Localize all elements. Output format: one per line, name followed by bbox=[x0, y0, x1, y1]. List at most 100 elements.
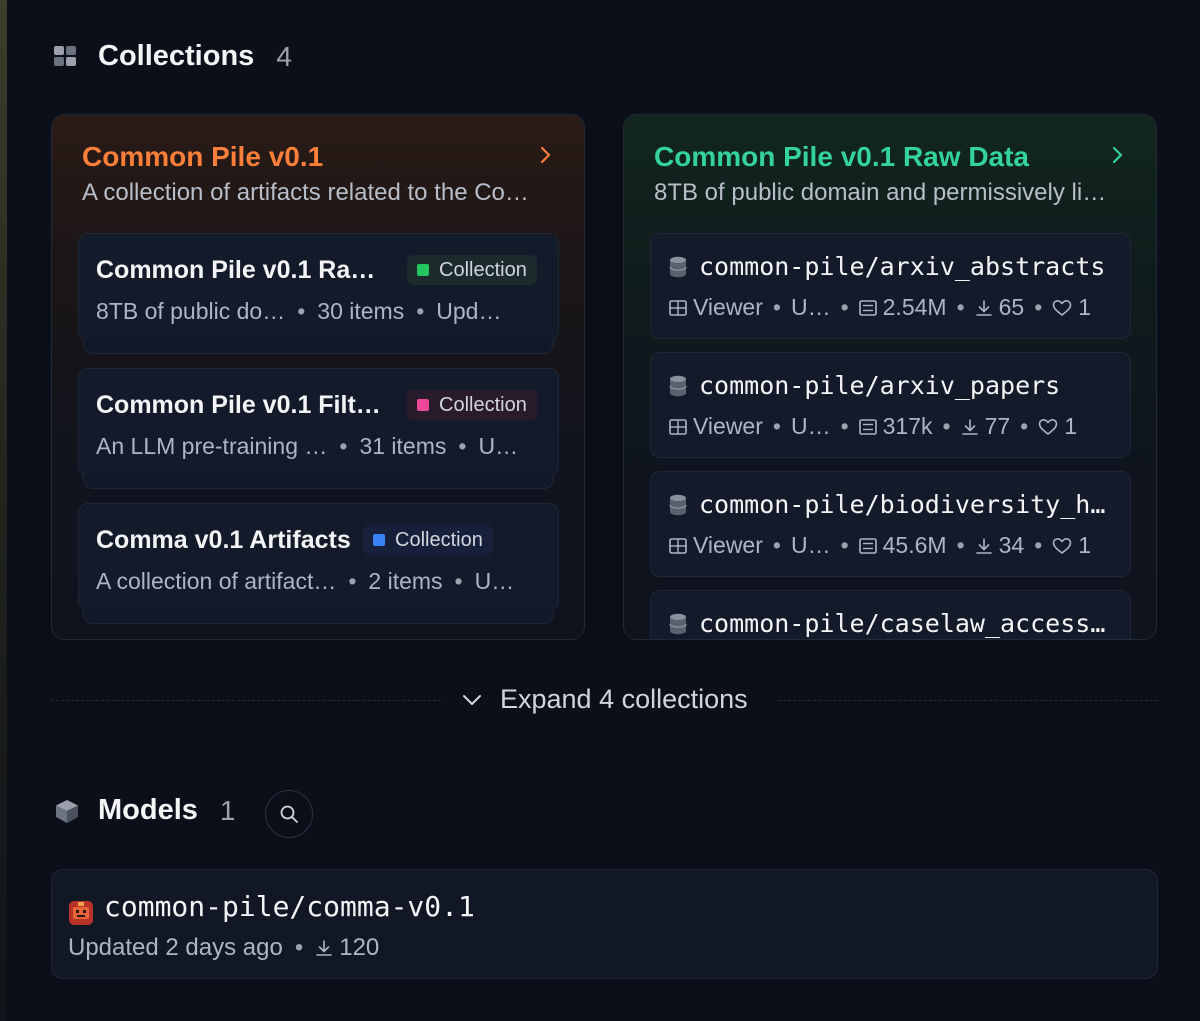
dataset-name[interactable]: common-pile/arxiv_papers bbox=[699, 371, 1115, 400]
chevron-right-icon[interactable] bbox=[1110, 145, 1126, 165]
dataset-meta: Viewer • U… • 317k • 77 • 1 bbox=[669, 413, 1077, 440]
dataset-viewer-label[interactable]: Viewer bbox=[693, 294, 763, 321]
separator: • bbox=[1034, 294, 1043, 320]
collection-badge: Collection bbox=[363, 525, 493, 555]
rows-icon bbox=[858, 299, 877, 316]
collection-badge-icon bbox=[417, 399, 429, 411]
divider-right bbox=[778, 700, 1158, 701]
separator: • bbox=[294, 934, 304, 961]
collection-item-count: 31 items bbox=[359, 433, 447, 459]
dataset-likes: 1 bbox=[1078, 532, 1092, 558]
viewer-table-icon bbox=[669, 537, 687, 554]
dataset-name[interactable]: common-pile/arxiv_abstracts bbox=[699, 252, 1115, 281]
collection-card-raw-data[interactable]: Common Pile v0.1 Raw Data 8TB of public … bbox=[623, 114, 1157, 640]
separator: • bbox=[297, 298, 306, 324]
separator: • bbox=[1020, 413, 1029, 439]
collection-item-card[interactable]: Comma v0.1 Artifacts Collection A collec… bbox=[78, 503, 559, 624]
dataset-updated: U… bbox=[790, 532, 831, 558]
separator: • bbox=[454, 568, 463, 594]
separator: • bbox=[840, 294, 849, 320]
database-icon bbox=[669, 494, 687, 516]
expand-collections-label[interactable]: Expand 4 collections bbox=[500, 684, 748, 715]
collection-title[interactable]: Common Pile v0.1 bbox=[82, 141, 323, 173]
dataset-viewer-label[interactable]: Viewer bbox=[693, 413, 763, 440]
dataset-name[interactable]: common-pile/caselaw_access… bbox=[699, 609, 1115, 638]
download-icon bbox=[975, 299, 992, 316]
collection-item-title[interactable]: Common Pile v0.1 Ra… bbox=[96, 256, 386, 285]
search-icon bbox=[280, 805, 298, 823]
dataset-card[interactable]: common-pile/arxiv_abstracts Viewer • U… … bbox=[650, 233, 1131, 339]
dataset-updated: U… bbox=[790, 413, 831, 439]
download-icon bbox=[316, 940, 333, 956]
window-edge bbox=[0, 0, 7, 1021]
dataset-name[interactable]: common-pile/biodiversity_h… bbox=[699, 490, 1115, 519]
heart-icon[interactable] bbox=[1038, 418, 1058, 436]
dataset-downloads: 77 bbox=[984, 413, 1011, 439]
collection-item-desc: A collection of artifact… bbox=[96, 568, 337, 594]
collection-item-meta: An LLM pre-training … • 31 items • U… bbox=[96, 433, 518, 460]
collection-item-title[interactable]: Comma v0.1 Artifacts bbox=[96, 526, 356, 555]
collection-badge: Collection bbox=[407, 255, 537, 285]
dataset-likes: 1 bbox=[1078, 294, 1092, 320]
collection-badge: Collection bbox=[407, 390, 537, 420]
separator: • bbox=[840, 532, 849, 558]
chevron-right-icon[interactable] bbox=[538, 145, 554, 165]
dataset-card[interactable]: common-pile/caselaw_access… bbox=[650, 590, 1131, 639]
collections-count: 4 bbox=[276, 40, 292, 72]
separator: • bbox=[956, 532, 965, 558]
collection-item-card[interactable]: Common Pile v0.1 Filt… Collection An LLM… bbox=[78, 368, 559, 489]
collection-badge-label: Collection bbox=[439, 258, 527, 281]
dataset-updated: U… bbox=[790, 294, 831, 320]
stack-shadow bbox=[83, 609, 554, 624]
collection-item-meta: 8TB of public do… • 30 items • Upd… bbox=[96, 298, 501, 325]
model-card[interactable]: common-pile/comma-v0.1 Updated 2 days ag… bbox=[51, 869, 1158, 979]
collection-item-title[interactable]: Common Pile v0.1 Filt… bbox=[96, 391, 386, 420]
dataset-card[interactable]: common-pile/biodiversity_h… Viewer • U… … bbox=[650, 471, 1131, 577]
dataset-meta: Viewer • U… • 2.54M • 65 • 1 bbox=[669, 294, 1091, 321]
separator: • bbox=[956, 294, 965, 320]
collections-header: Collections 4 bbox=[54, 40, 292, 73]
models-title: Models bbox=[98, 794, 198, 826]
chevron-down-icon bbox=[463, 694, 481, 705]
heart-icon[interactable] bbox=[1052, 537, 1072, 555]
collection-description: A collection of artifacts related to the… bbox=[82, 179, 529, 206]
model-avatar-icon bbox=[69, 901, 93, 925]
collection-item-desc: 8TB of public do… bbox=[96, 298, 286, 324]
download-icon bbox=[975, 537, 992, 554]
model-cube-icon bbox=[56, 799, 78, 823]
separator: • bbox=[339, 433, 348, 459]
viewer-table-icon bbox=[669, 299, 687, 316]
dataset-rows: 2.54M bbox=[882, 294, 947, 320]
download-icon bbox=[961, 418, 978, 435]
collection-card-common-pile[interactable]: Common Pile v0.1 A collection of artifac… bbox=[51, 114, 585, 640]
separator: • bbox=[772, 532, 781, 558]
stack-shadow bbox=[83, 474, 554, 489]
collection-title[interactable]: Common Pile v0.1 Raw Data bbox=[654, 141, 1029, 173]
collection-item-desc: An LLM pre-training … bbox=[96, 433, 328, 459]
dataset-meta: Viewer • U… • 45.6M • 34 • 1 bbox=[669, 532, 1091, 559]
expand-collections-button[interactable]: Expand 4 collections bbox=[462, 684, 748, 715]
dataset-viewer-label[interactable]: Viewer bbox=[693, 532, 763, 559]
dataset-downloads: 65 bbox=[998, 294, 1025, 320]
collection-badge-label: Collection bbox=[395, 528, 483, 551]
collection-item-card[interactable]: Common Pile v0.1 Ra… Collection 8TB of p… bbox=[78, 233, 559, 354]
collection-grid-icon bbox=[54, 45, 76, 66]
dataset-card[interactable]: common-pile/arxiv_papers Viewer • U… • 3… bbox=[650, 352, 1131, 458]
heart-icon[interactable] bbox=[1052, 299, 1072, 317]
collection-item-updated: U… bbox=[474, 568, 515, 594]
viewer-table-icon bbox=[669, 418, 687, 435]
database-icon bbox=[669, 613, 687, 635]
dataset-downloads: 34 bbox=[998, 532, 1025, 558]
database-icon bbox=[669, 375, 687, 397]
model-name[interactable]: common-pile/comma-v0.1 bbox=[104, 890, 475, 923]
models-search-button[interactable] bbox=[265, 790, 313, 838]
collections-title: Collections bbox=[98, 40, 255, 72]
collection-badge-icon bbox=[417, 264, 429, 276]
collection-badge-icon bbox=[373, 534, 385, 546]
separator: • bbox=[1034, 532, 1043, 558]
collection-description: 8TB of public domain and permissively li… bbox=[654, 179, 1107, 206]
collection-item-count: 30 items bbox=[317, 298, 405, 324]
separator: • bbox=[942, 413, 951, 439]
separator: • bbox=[772, 294, 781, 320]
rows-icon bbox=[858, 418, 877, 435]
